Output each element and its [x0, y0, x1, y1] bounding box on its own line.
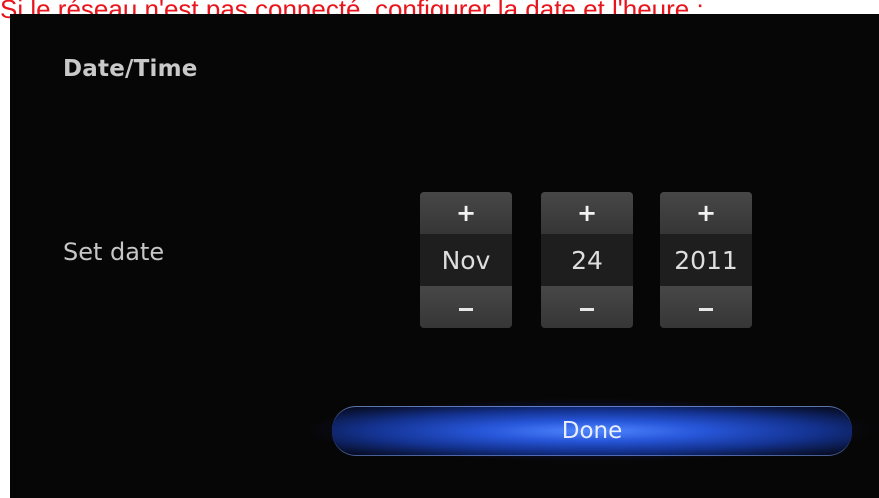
year-value: 2011 [660, 234, 752, 286]
day-increment-button[interactable]: + [541, 192, 633, 234]
plus-icon: + [576, 199, 598, 227]
done-button[interactable]: Done [332, 406, 852, 456]
day-decrement-button[interactable] [541, 286, 633, 328]
plus-icon: + [695, 199, 717, 227]
minus-icon [699, 307, 713, 311]
minus-icon [580, 307, 594, 311]
month-decrement-button[interactable] [420, 286, 512, 328]
day-spinner: + 24 [541, 192, 633, 328]
page-title: Date/Time [63, 56, 198, 82]
year-increment-button[interactable]: + [660, 192, 752, 234]
day-value: 24 [541, 234, 633, 286]
year-decrement-button[interactable] [660, 286, 752, 328]
year-spinner: + 2011 [660, 192, 752, 328]
month-spinner: + Nov [420, 192, 512, 328]
plus-icon: + [455, 199, 477, 227]
set-date-label: Set date [63, 238, 165, 266]
month-value: Nov [420, 234, 512, 286]
minus-icon [459, 307, 473, 311]
date-time-screen: Date/Time Set date + Nov + 24 + 2011 Don… [10, 14, 879, 498]
done-button-label: Done [561, 418, 623, 444]
month-increment-button[interactable]: + [420, 192, 512, 234]
